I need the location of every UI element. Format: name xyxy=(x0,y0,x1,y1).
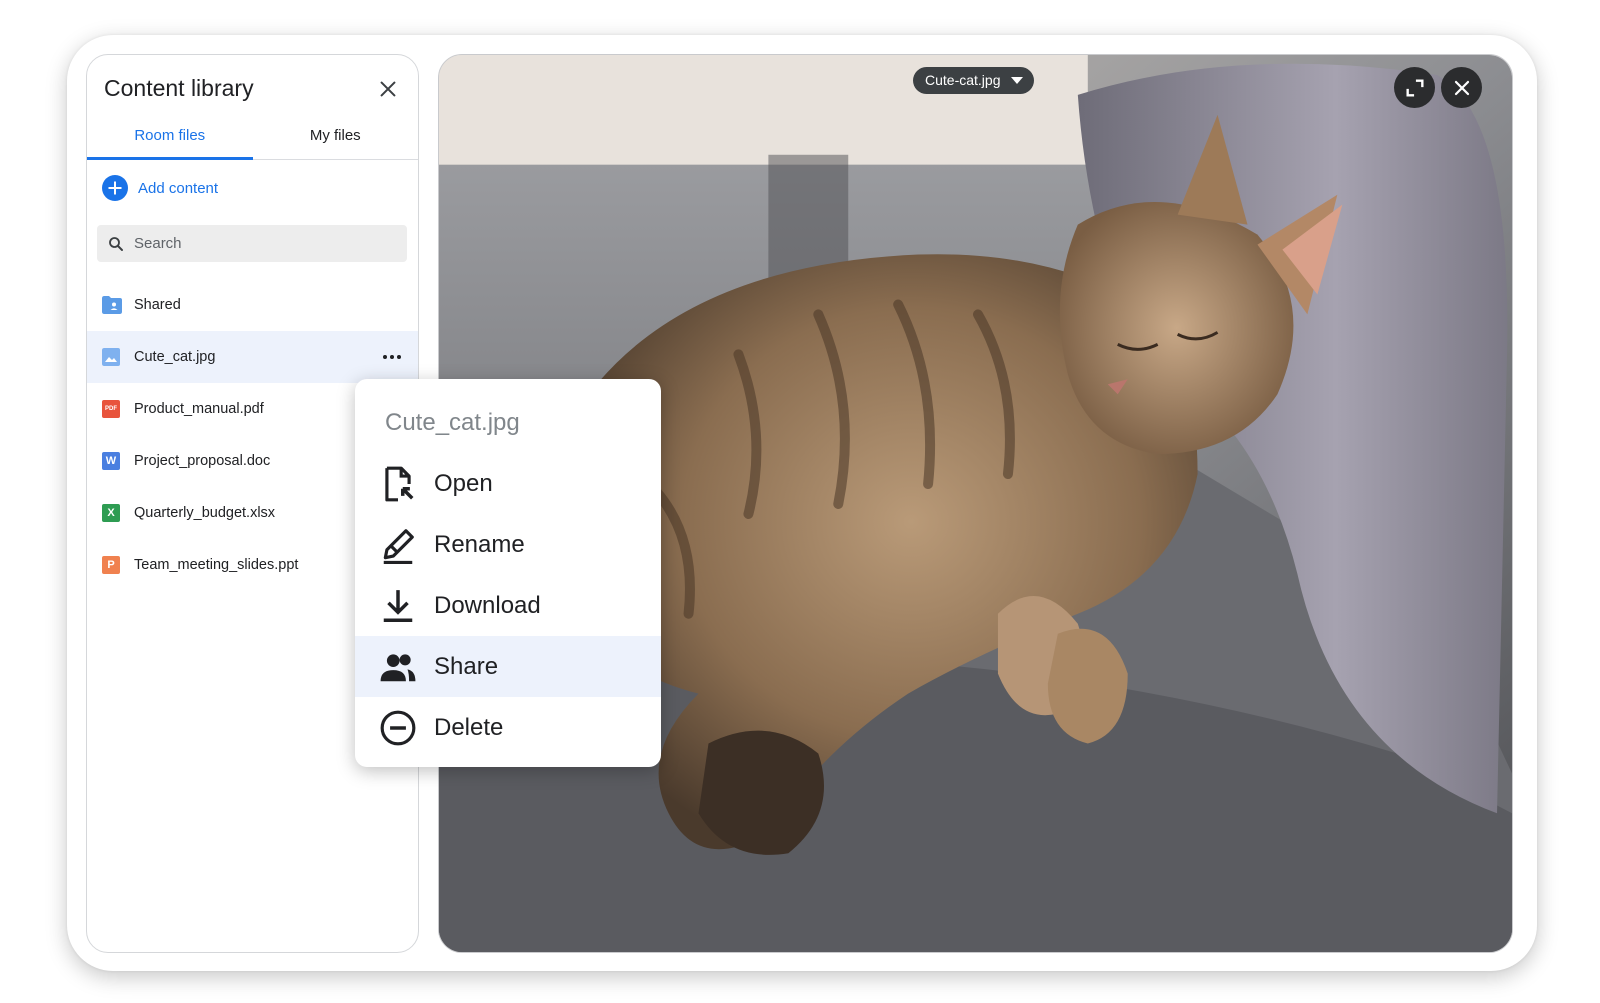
tab-my-files[interactable]: My files xyxy=(253,117,419,159)
file-name: Shared xyxy=(134,297,181,313)
list-item-shared[interactable]: Shared xyxy=(87,279,418,331)
menu-item-open[interactable]: Open xyxy=(355,453,661,514)
list-item-cute-cat[interactable]: Cute_cat.jpg xyxy=(87,331,418,383)
close-icon xyxy=(1454,80,1469,95)
close-icon[interactable] xyxy=(377,78,399,100)
excel-file-icon: X xyxy=(102,504,120,522)
search-input[interactable] xyxy=(134,235,384,252)
menu-item-label: Download xyxy=(434,591,541,619)
download-icon xyxy=(383,589,413,622)
add-content-button[interactable]: Add content xyxy=(102,174,218,202)
menu-item-label: Delete xyxy=(434,713,504,741)
menu-item-delete[interactable]: Delete xyxy=(355,697,661,758)
delete-circle-icon xyxy=(380,710,416,745)
word-file-icon: W xyxy=(102,452,120,470)
pdf-file-icon: PDF xyxy=(102,400,120,418)
open-file-icon xyxy=(385,466,414,501)
add-content-label: Add content xyxy=(138,179,219,197)
tab-room-files[interactable]: Room files xyxy=(87,117,253,160)
panel-title: Content library xyxy=(104,75,254,101)
menu-item-rename[interactable]: Rename xyxy=(355,514,661,575)
more-options-button[interactable] xyxy=(380,345,404,369)
file-chip-label: Cute-cat.jpg xyxy=(925,72,1001,88)
expand-icon xyxy=(1405,78,1424,97)
tab-bar: Room files My files xyxy=(87,117,418,160)
file-context-menu: Cute_cat.jpg Open Rename Download Share … xyxy=(355,379,661,767)
shared-folder-icon xyxy=(102,296,122,314)
rename-pen-icon xyxy=(383,528,414,564)
image-file-icon xyxy=(102,348,120,366)
powerpoint-file-icon: P xyxy=(102,556,120,574)
expand-button[interactable] xyxy=(1394,67,1435,108)
share-people-icon xyxy=(380,653,416,681)
file-name: Project_proposal.doc xyxy=(134,453,271,469)
file-name: Product_manual.pdf xyxy=(134,401,264,417)
chevron-down-icon xyxy=(1011,77,1024,84)
add-circle-icon xyxy=(102,175,128,201)
menu-title: Cute_cat.jpg xyxy=(385,409,520,436)
menu-item-label: Rename xyxy=(434,530,525,558)
menu-item-share[interactable]: Share xyxy=(355,636,661,697)
viewer-close-button[interactable] xyxy=(1441,67,1482,108)
search-icon xyxy=(109,236,123,251)
menu-item-label: Share xyxy=(434,652,499,680)
file-name-dropdown[interactable]: Cute-cat.jpg xyxy=(913,67,1035,94)
file-name: Cute_cat.jpg xyxy=(134,349,216,365)
search-box xyxy=(97,225,407,262)
menu-item-download[interactable]: Download xyxy=(355,575,661,636)
file-name: Team_meeting_slides.ppt xyxy=(134,557,299,573)
menu-item-label: Open xyxy=(434,469,493,497)
file-name: Quarterly_budget.xlsx xyxy=(134,505,276,521)
